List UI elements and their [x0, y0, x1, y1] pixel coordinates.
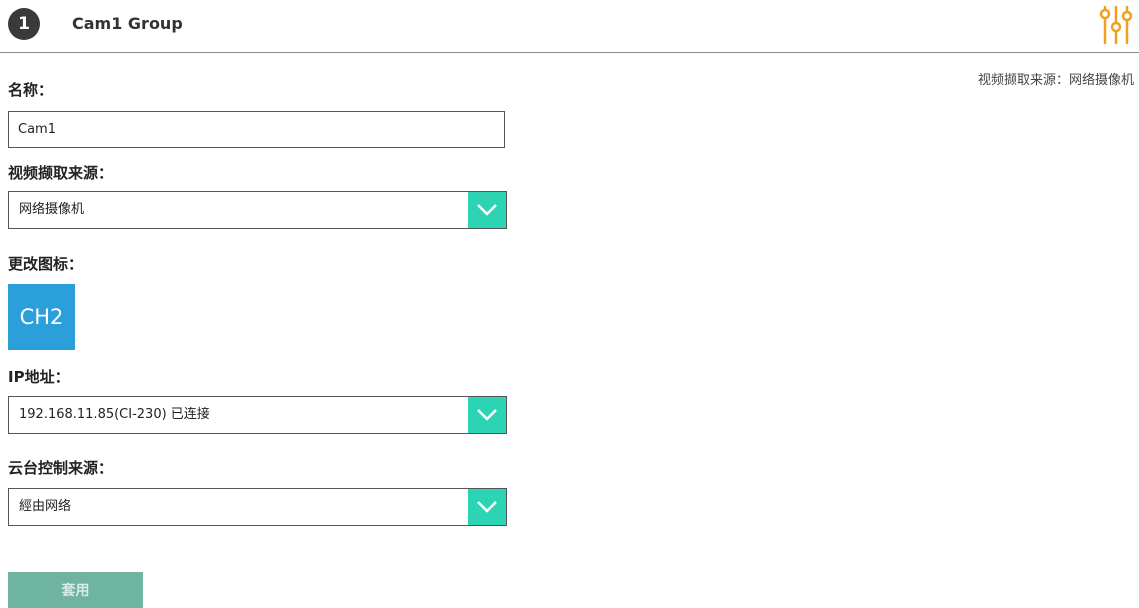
chevron-down-icon[interactable]	[468, 397, 506, 433]
step-number-badge: 1	[8, 8, 40, 40]
name-label: 名称：	[8, 81, 54, 99]
chevron-down-icon[interactable]	[468, 489, 506, 525]
name-field[interactable]	[8, 111, 505, 148]
group-title: Cam1 Group	[72, 14, 183, 33]
channel-icon-tile[interactable]: CH2	[8, 284, 75, 350]
ptz-source-value: 經由网络	[19, 499, 72, 514]
ptz-source-select[interactable]: 經由网络	[8, 488, 507, 526]
video-source-select[interactable]: 网络摄像机	[8, 191, 507, 229]
apply-button[interactable]: 套用	[8, 572, 143, 608]
video-source-label: 视频撷取来源：	[8, 164, 114, 182]
sliders-icon[interactable]	[1098, 3, 1134, 45]
ptz-source-label: 云台控制来源：	[8, 459, 114, 477]
video-source-summary: 视频撷取来源：网络摄像机	[977, 73, 1134, 88]
change-icon-label: 更改图标：	[8, 255, 84, 273]
video-source-value: 网络摄像机	[19, 202, 85, 217]
chevron-down-icon[interactable]	[468, 192, 506, 228]
group-header: 1 Cam1 Group	[0, 0, 1139, 53]
ip-address-select[interactable]: 192.168.11.85(CI-230) 已连接	[8, 396, 507, 434]
ip-address-value: 192.168.11.85(CI-230) 已连接	[19, 407, 210, 422]
ip-address-label: IP地址：	[8, 368, 70, 386]
